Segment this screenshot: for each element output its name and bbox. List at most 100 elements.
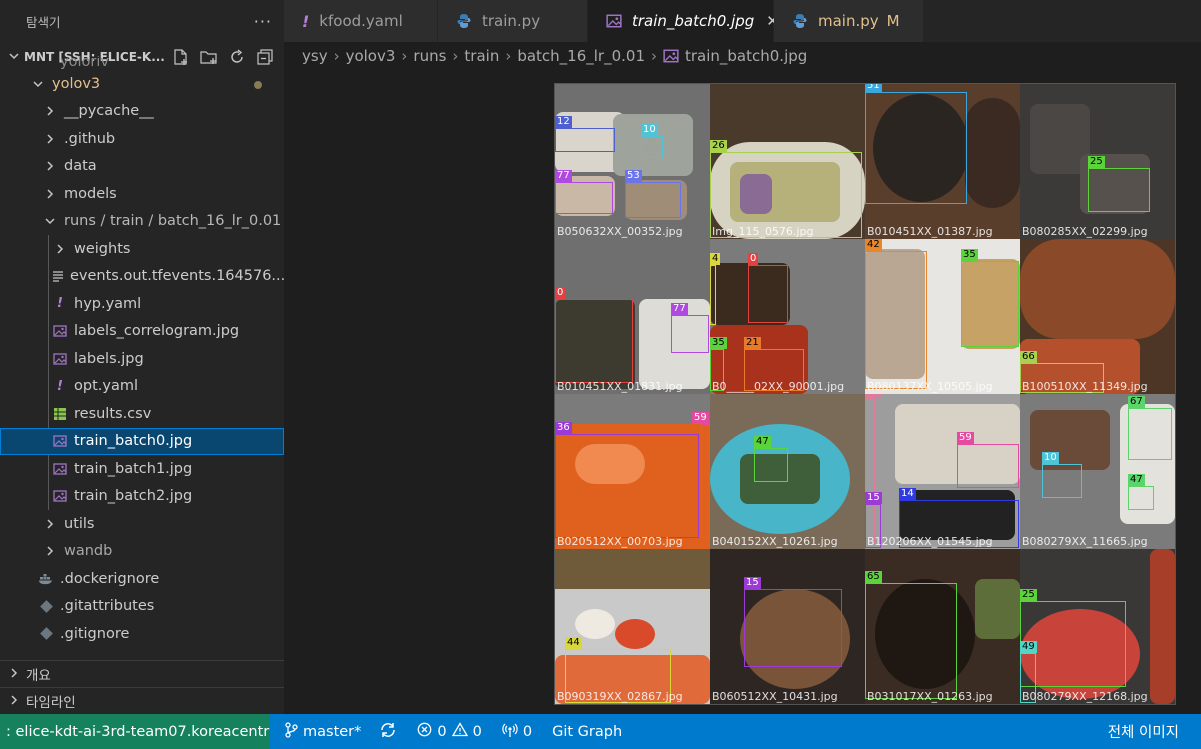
image-icon [663,48,679,64]
tile-label: B090319XX_02867.jpg [557,690,683,703]
chevron-down-icon [30,78,46,90]
tree-item-label: train_batch1.jpg [74,460,193,477]
python-icon [456,13,472,29]
image-file-icon [52,489,68,503]
chevron-right-icon: › [452,47,459,65]
tree-item-gitattributes[interactable]: .gitattributes [0,593,284,621]
breadcrumb-item[interactable]: yolov3 [346,47,396,65]
tree-item-label: __pycache__ [64,103,154,120]
image-file-icon [52,324,68,338]
tree-item-events[interactable]: events.out.tfevents.164576... [0,263,284,291]
tree-item-hyp-yaml[interactable]: ! hyp.yaml [0,290,284,318]
image-file-icon [52,462,68,476]
chevron-right-icon [52,243,68,255]
tree-item-label: events.out.tfevents.164576... [70,268,284,285]
mosaic-tile: 66 B100510XX_11349.jpg [1020,239,1175,394]
tree-item-wandb[interactable]: wandb [0,538,284,566]
more-actions-icon[interactable]: ··· [254,12,272,31]
sidebar-header: 탐색기 ··· [0,0,284,42]
tile-label: B020512XX_00703.jpg [557,535,683,548]
mosaic-tile: 42 35 B080137XX_10505.jpg [865,239,1020,394]
tree-item-label: runs / train / batch_16_lr_0.01 [64,213,282,230]
tab-main-py[interactable]: main.py M [774,0,924,42]
tree-item-train-batch0[interactable]: train_batch0.jpg [0,427,284,455]
tile-label: B080279XX_11665.jpg [1022,535,1148,548]
breadcrumb-item[interactable]: train_batch0.jpg [685,47,807,65]
tree-item-train-batch1[interactable]: train_batch1.jpg [0,455,284,483]
error-count: 0 [437,723,447,740]
tab-train-batch0-jpg[interactable]: train_batch0.jpg ✕ [588,0,779,42]
tree-item-label: labels_correlogram.jpg [74,323,240,340]
tree-item-label: .gitattributes [60,598,155,615]
tree-item-label: .dockerignore [60,570,160,587]
git-graph-button[interactable]: Git Graph [552,724,622,740]
outline-section[interactable]: 개요 [0,660,284,687]
breadcrumb-item[interactable]: batch_16_lr_0.01 [517,47,645,65]
tree-item-pycache[interactable]: __pycache__ [0,98,284,126]
tree-item-label: wandb [64,543,113,560]
tree-item-models[interactable]: models [0,180,284,208]
problems-indicator[interactable]: 0 0 [417,722,482,741]
branch-indicator[interactable]: master* [284,721,361,742]
tree-item-label: hyp.yaml [74,295,142,312]
mosaic-tile: 0 4 35 21 B0_____02XX_90001.jpg [710,239,865,394]
breadcrumb-item[interactable]: train [464,47,499,65]
tree-item-label: data [64,158,97,175]
tree-item-label: weights [74,240,131,257]
tab-kfood-yaml[interactable]: ! kfood.yaml [284,0,438,42]
tree-item-gitignore[interactable]: .gitignore [0,620,284,648]
chevron-right-icon: › [401,47,408,65]
chevron-right-icon [42,105,58,117]
tree-item-labels-correlogram[interactable]: labels_correlogram.jpg [0,318,284,346]
tree-item-yoloriv[interactable]: yoloriv [0,56,284,70]
tree-item-results-csv[interactable]: results.csv [0,400,284,428]
tab-label: kfood.yaml [319,12,403,30]
tile-label: B010451XX_01831.jpg [557,380,683,393]
tree-item-train-batch2[interactable]: train_batch2.jpg [0,483,284,511]
mosaic-tile: 10 67 47 B080279XX_11665.jpg [1020,394,1175,549]
tree-item-yolov3[interactable]: yolov3 [0,70,284,98]
sync-button[interactable] [379,722,397,742]
tile-label: B100510XX_11349.jpg [1022,380,1148,393]
mosaic-tile: 44 B090319XX_02867.jpg [555,549,710,704]
yaml-icon: ! [302,11,310,31]
timeline-section[interactable]: 타임라인 [0,687,284,714]
explorer-sidebar: 탐색기 ··· MNT [SSH: ELICE-K... yoloriv yol… [0,0,284,714]
remote-host: : elice-kdt-ai-3rd-team07.koreacentra... [6,723,270,740]
image-preview[interactable]: 12 10 77 53 B050632XX_00352.jpg 26 Img_1… [554,83,1176,705]
mosaic-tile: 47 B040152XX_10261.jpg [710,394,865,549]
git-icon [38,627,54,641]
tree-item-labels-jpg[interactable]: labels.jpg [0,345,284,373]
chevron-right-icon: › [333,47,340,65]
tile-label: B080285XX_02299.jpg [1022,225,1148,238]
bottom-sections: 개요 타임라인 [0,660,284,714]
chevron-down-icon [42,215,58,227]
timeline-label: 타임라인 [26,695,76,711]
tree-item-runs-train-batch[interactable]: runs / train / batch_16_lr_0.01 [0,208,284,236]
tab-train-py[interactable]: train.py [438,0,588,42]
tree-item-weights[interactable]: weights [0,235,284,263]
yaml-file-icon: ! [57,378,63,394]
git-graph-label: Git Graph [552,723,623,740]
tree-item-label: train_batch2.jpg [74,488,193,505]
mosaic-tile: 36 59 B020512XX_00703.jpg [555,394,710,549]
tree-item-data[interactable]: data [0,153,284,181]
remote-indicator[interactable]: : elice-kdt-ai-3rd-team07.koreacentra... [0,714,270,749]
breadcrumb-item[interactable]: ysy [302,47,328,65]
mosaic-tile: 25 49 B080279XX_12168.jpg [1020,549,1175,704]
mosaic-tile: 65 B031017XX_01263.jpg [865,549,1020,704]
tree-item-label: yoloriv [60,56,109,70]
tree-item-dockerignore[interactable]: .dockerignore [0,565,284,593]
tree-item-github[interactable]: .github [0,125,284,153]
ports-indicator[interactable]: 0 [502,722,532,742]
image-size-indicator[interactable]: 전체 이미지 [1108,714,1179,749]
tree-item-label: .github [64,130,116,147]
tree-item-opt-yaml[interactable]: ! opt.yaml [0,373,284,401]
tile-label: B120206XX_01545.jpg [867,535,993,548]
csv-file-icon [52,407,68,421]
tile-label: Img_115_0576.jpg [712,225,814,238]
breadcrumb-item[interactable]: runs [413,47,446,65]
mosaic-tile: 38 59 15 14 B120206XX_01545.jpg [865,394,1020,549]
status-bar: : elice-kdt-ai-3rd-team07.koreacentra...… [0,714,1201,749]
tree-item-utils[interactable]: utils [0,510,284,538]
